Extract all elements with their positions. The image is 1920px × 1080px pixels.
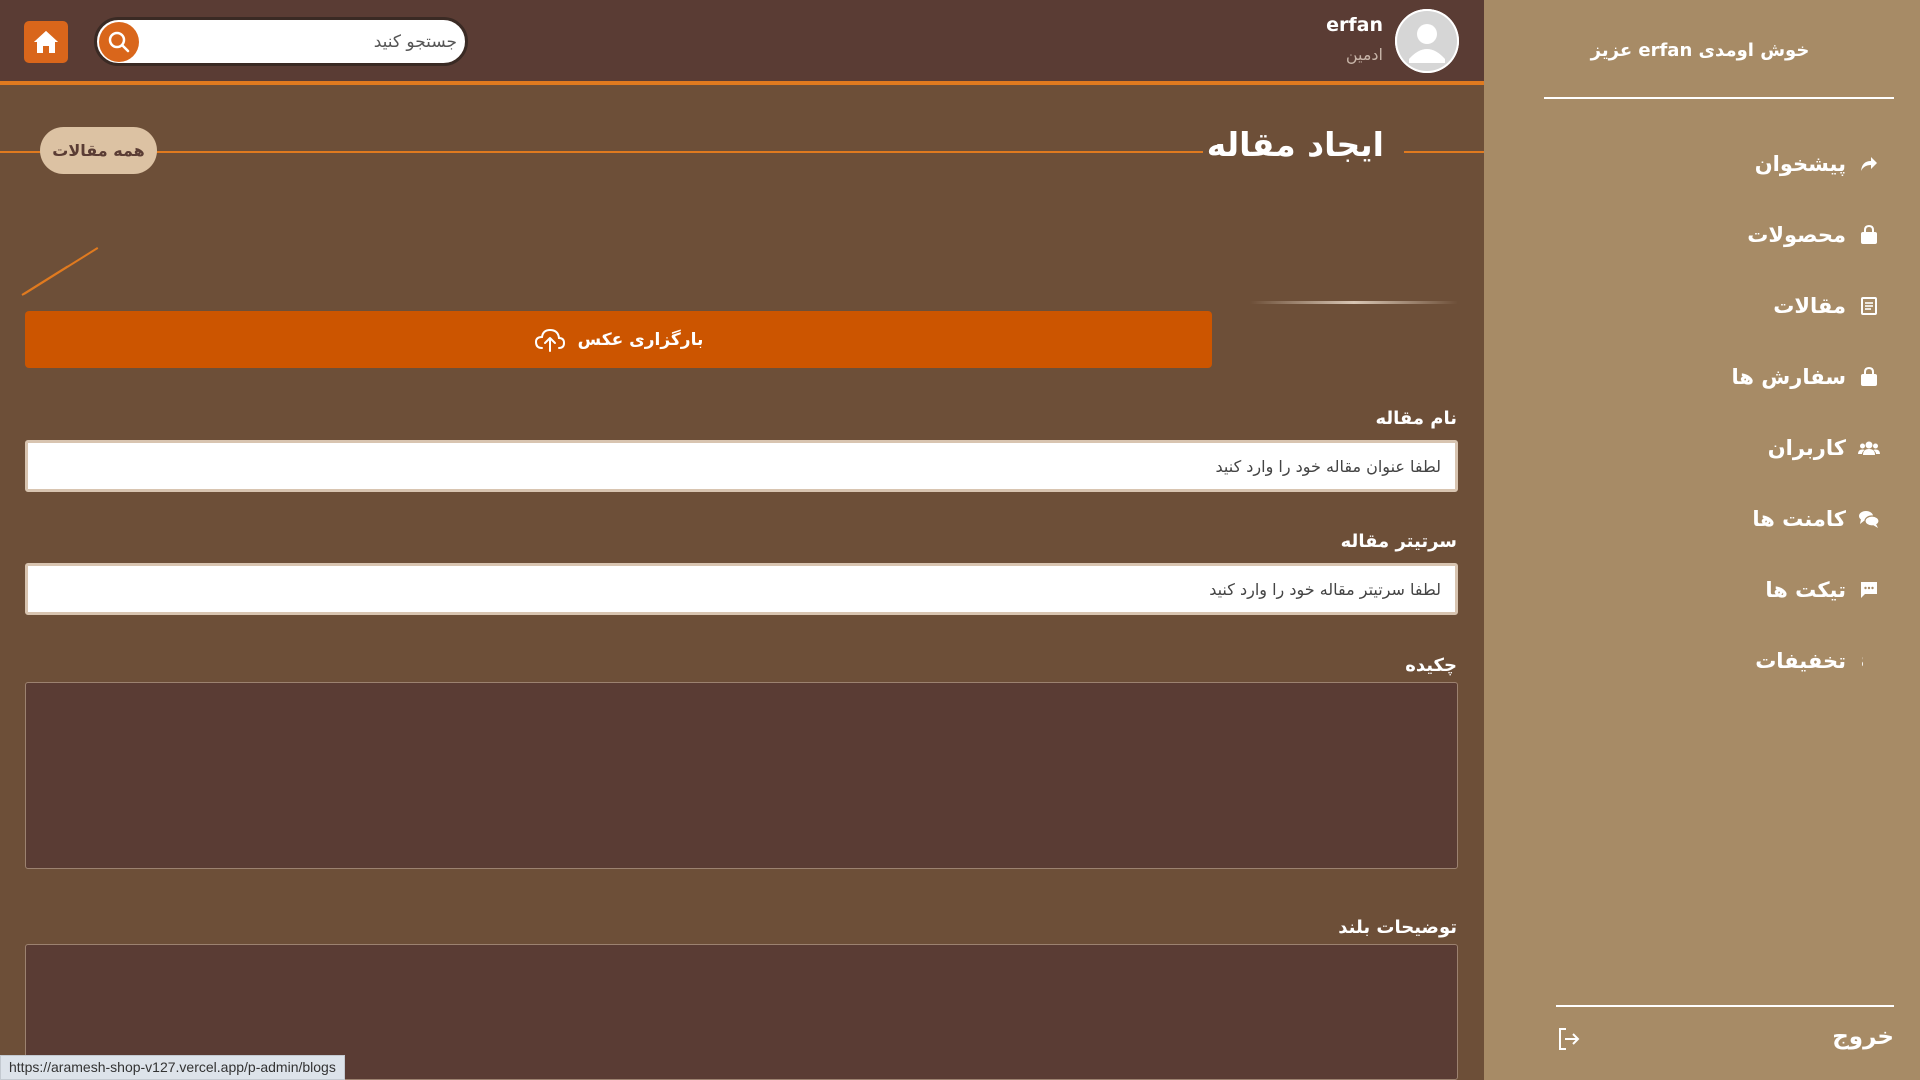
- shopping-bag-icon: [1858, 366, 1880, 388]
- title-divider-left: [0, 151, 1203, 153]
- user-role: ادمین: [1345, 45, 1383, 64]
- shopping-bag-icon: [1858, 224, 1880, 246]
- sidebar-item-products[interactable]: محصولات: [1580, 199, 1880, 270]
- sidebar-divider: [1544, 97, 1894, 99]
- sidebar-item-label: مقالات: [1773, 293, 1846, 318]
- sidebar-item-label: کاربران: [1767, 435, 1846, 460]
- sidebar-item-blogs[interactable]: مقالات: [1580, 270, 1880, 341]
- sidebar-item-tickets[interactable]: تیکت ها: [1580, 554, 1880, 625]
- home-icon: [34, 31, 58, 53]
- image-placeholder-stroke: [23, 247, 99, 295]
- home-button[interactable]: [24, 21, 68, 63]
- document-icon: [1858, 295, 1880, 317]
- reply-arrow-icon: [1858, 153, 1880, 175]
- sidebar-item-users[interactable]: کاربران: [1580, 412, 1880, 483]
- svg-text:$: $: [1862, 652, 1864, 671]
- comments-icon: [1858, 508, 1880, 530]
- welcome-message: خوش اومدی erfan عزیز: [1590, 40, 1810, 61]
- title-field-label: نام مقاله: [1375, 408, 1457, 429]
- sidebar-item-label: سفارش ها: [1731, 364, 1846, 389]
- sidebar: خوش اومدی erfan عزیز پیشخوان محصولات مقا…: [1484, 0, 1920, 1080]
- subtitle-input[interactable]: [25, 563, 1458, 615]
- summary-field-label: چکیده: [1405, 655, 1457, 676]
- subtitle-field-label: سرتیتر مقاله: [1340, 531, 1457, 552]
- page-title: ایجاد مقاله: [1206, 125, 1384, 164]
- message-icon: [1858, 579, 1880, 601]
- title-input[interactable]: [25, 440, 1458, 492]
- avatar[interactable]: [1395, 9, 1459, 73]
- summary-textarea[interactable]: [25, 682, 1458, 869]
- logout-button[interactable]: خروج: [1832, 1024, 1894, 1050]
- sidebar-item-orders[interactable]: سفارش ها: [1580, 341, 1880, 412]
- user-name: erfan: [1326, 14, 1383, 36]
- upload-image-button[interactable]: بارگزاری عکس: [25, 311, 1212, 368]
- search-box: [94, 17, 468, 66]
- sidebar-item-label: پیشخوان: [1754, 151, 1846, 176]
- search-icon: [108, 31, 130, 53]
- users-icon: [1858, 437, 1880, 459]
- title-divider-right: [1404, 151, 1484, 153]
- logout-icon[interactable]: [1556, 1026, 1582, 1052]
- all-blogs-button[interactable]: همه مقالات: [40, 127, 157, 174]
- sidebar-item-comments[interactable]: کامنت ها: [1580, 483, 1880, 554]
- sidebar-item-label: تخفیفات: [1755, 648, 1846, 673]
- sidebar-item-dashboard[interactable]: پیشخوان: [1580, 128, 1880, 199]
- sidebar-item-label: تیکت ها: [1765, 577, 1846, 602]
- sidebar-nav: پیشخوان محصولات مقالات سفارش ها کاربران: [1580, 128, 1880, 696]
- browser-status-url: https://aramesh-shop-v127.vercel.app/p-a…: [0, 1055, 345, 1080]
- sidebar-item-discounts[interactable]: $ تخفیفات: [1580, 625, 1880, 696]
- description-field-label: توضیحات بلند: [1338, 917, 1457, 938]
- sidebar-item-label: محصولات: [1747, 222, 1846, 247]
- dollar-icon: $: [1858, 650, 1880, 672]
- image-preview-divider: [1250, 301, 1458, 304]
- sidebar-item-label: کامنت ها: [1752, 506, 1846, 531]
- cloud-upload-icon: [534, 328, 565, 352]
- upload-label: بارگزاری عکس: [577, 329, 704, 350]
- search-input[interactable]: [145, 24, 457, 60]
- sidebar-divider: [1556, 1005, 1894, 1007]
- user-avatar-icon: [1395, 9, 1459, 73]
- search-button[interactable]: [99, 22, 139, 62]
- top-header: erfan ادمین: [0, 0, 1484, 85]
